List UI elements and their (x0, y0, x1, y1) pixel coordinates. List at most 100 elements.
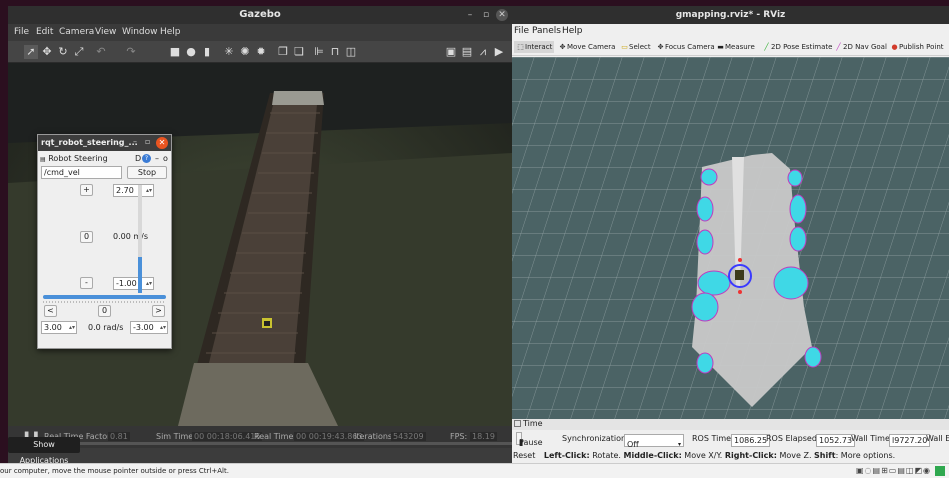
copy-icon[interactable]: ❐ (276, 45, 290, 59)
help-icon[interactable]: ? (142, 154, 151, 163)
linear-min-value: -1.00 (116, 279, 137, 288)
hint-left-click: Left-Click: (543, 451, 590, 460)
show-applications-tooltip: Show Applications (8, 437, 80, 465)
select-icon: ▭ (621, 43, 628, 51)
wall-time-value: l9727.20 (889, 434, 931, 447)
sync-select[interactable]: Off ▾ (624, 434, 684, 449)
nav-goal-icon: ╱ (836, 43, 841, 51)
sphere-shape-icon[interactable]: ● (184, 45, 198, 59)
time-panel-header: Time (512, 419, 949, 430)
translate-mode-icon[interactable]: ✥ (40, 45, 54, 59)
paste-icon[interactable]: ❏ (292, 45, 306, 59)
cylinder-shape-icon[interactable]: ▮ (200, 45, 214, 59)
measure-icon: ▬ (717, 43, 724, 51)
topic-input[interactable]: /cmd_vel (41, 166, 122, 179)
vm-tray-icons[interactable]: ▣◌▤⊞▭▤◫◩◉ (856, 464, 931, 478)
tool-2d-nav-goal[interactable]: ╱ 2D Nav Goal (834, 41, 887, 53)
view-angle-icon[interactable]: ◫ (344, 45, 358, 59)
menu-file[interactable]: File (514, 26, 529, 36)
angular-right-button[interactable]: > (152, 305, 165, 317)
vm-hint-text: our computer, move the mouse pointer out… (0, 467, 229, 475)
rqt-titlebar: rqt_robot_steering_... (38, 135, 171, 151)
tool-move-camera[interactable]: ✥ Move Camera (558, 41, 616, 53)
maximize-icon[interactable]: ▫ (145, 137, 150, 146)
hint-middle-click: Middle-Click: (623, 451, 682, 460)
sim-time-label: Sim Time: (156, 432, 196, 441)
menu-file[interactable]: File (14, 27, 29, 37)
time-panel-title: Time (523, 419, 543, 428)
vm-host-key-icon[interactable] (935, 466, 945, 476)
plot-icon[interactable]: ⩘ (476, 45, 490, 59)
log-icon[interactable]: ▤ (460, 45, 474, 59)
angular-min-spinbox[interactable]: -3.00 ▴▾ (130, 321, 168, 334)
scale-mode-icon[interactable]: ⤢ (72, 45, 86, 59)
plugin-minimize-icon[interactable]: – (155, 152, 159, 165)
desktop-edge (0, 0, 8, 463)
linear-velocity-slider[interactable] (136, 185, 144, 293)
pause-button[interactable]: ▮ Pause (516, 432, 543, 447)
angular-max-spinbox[interactable]: 3.00 ▴▾ (41, 321, 77, 334)
plugin-close-icon[interactable]: o (163, 152, 168, 165)
screenshot-icon[interactable]: ▣ (444, 45, 458, 59)
linear-minus-button[interactable]: - (80, 277, 93, 289)
checkbox-icon[interactable] (514, 420, 521, 427)
close-icon[interactable]: ✕ (156, 137, 168, 149)
spot-light-icon[interactable]: ✺ (238, 45, 252, 59)
menu-help[interactable]: Help (562, 26, 583, 36)
menu-window[interactable]: Window (122, 27, 158, 37)
menu-camera[interactable]: Camera (59, 27, 94, 37)
close-icon[interactable]: ✕ (496, 9, 508, 21)
real-time-factor-value: 0.81 (108, 432, 130, 441)
plugin-dock-label[interactable]: D (135, 152, 141, 165)
menu-view[interactable]: View (95, 27, 116, 37)
focus-camera-icon: ✥ (657, 43, 664, 51)
linear-max-spinbox[interactable]: 2.70 ▴▾ (113, 184, 154, 197)
linear-zero-button[interactable]: 0 (80, 231, 93, 243)
reset-button[interactable]: Reset (513, 451, 535, 460)
window-title: gmapping.rviz* - RViz (675, 10, 786, 20)
robot-marker (735, 270, 744, 280)
menu-panels[interactable]: Panels (532, 26, 561, 36)
redo-icon[interactable]: ↷ (124, 45, 138, 59)
menu-help[interactable]: Help (160, 27, 181, 37)
rotate-mode-icon[interactable]: ↻ (56, 45, 70, 59)
rqt-steering-window: rqt_robot_steering_... – ▫ ✕ ▤ Robot Ste… (37, 134, 172, 349)
minimize-icon[interactable]: – (464, 9, 476, 21)
ros-time-value: 1086.25 (731, 434, 771, 447)
wall-elapsed-label: Wall El (926, 434, 949, 443)
tool-focus-camera[interactable]: ✥ Focus Camera (656, 41, 715, 53)
angular-velocity-label: 0.0 rad/s (88, 323, 124, 332)
gazebo-scrollbar[interactable] (8, 442, 512, 445)
linear-plus-button[interactable]: + (80, 184, 93, 196)
snap-icon[interactable]: ⊓ (328, 45, 342, 59)
rviz-window: gmapping.rviz* - RViz File Panels Help ⬚… (512, 6, 949, 464)
undo-icon[interactable]: ↶ (94, 45, 108, 59)
fps-label: FPS: (450, 432, 468, 441)
ros-time-label: ROS Time: (692, 434, 734, 443)
align-icon[interactable]: ⊫ (312, 45, 326, 59)
angular-zero-button[interactable]: 0 (98, 305, 111, 317)
tool-publish-point[interactable]: ●Publish Point (890, 41, 943, 53)
rqt-title: rqt_robot_steering_... (41, 138, 138, 147)
tool-2d-pose-estimate[interactable]: ╱ 2D Pose Estimate (762, 41, 832, 53)
box-shape-icon[interactable]: ■ (168, 45, 182, 59)
video-icon[interactable]: ▶ (492, 45, 506, 59)
minimize-icon[interactable]: – (133, 137, 137, 146)
time-panel: ▮ Pause Synchronization: Off ▾ ROS Time: … (512, 430, 949, 449)
publish-point-icon: ● (891, 43, 898, 51)
ros-elapsed-label: ROS Elapsed: (766, 434, 820, 443)
angular-left-button[interactable]: < (44, 305, 57, 317)
stop-button[interactable]: Stop (127, 166, 167, 179)
tool-select[interactable]: ▭Select (620, 41, 650, 53)
tool-measure[interactable]: ▬Measure (716, 41, 755, 53)
gazebo-toolbar: ➚ ✥ ↻ ⤢ ↶ ↷ ■ ● ▮ ✳ ✺ ✹ ❐ ❏ ⊫ ⊓ ◫ ▣ ▤ ⩘ … (8, 41, 512, 63)
rviz-3d-viewport[interactable] (512, 57, 949, 419)
select-mode-icon[interactable]: ➚ (24, 45, 38, 59)
menu-edit[interactable]: Edit (36, 27, 53, 37)
angular-velocity-slider[interactable] (43, 293, 166, 303)
linear-min-spinbox[interactable]: -1.00 ▴▾ (113, 277, 154, 290)
point-light-icon[interactable]: ✳ (222, 45, 236, 59)
maximize-icon[interactable]: ▫ (480, 9, 492, 21)
directional-light-icon[interactable]: ✹ (254, 45, 268, 59)
tool-interact[interactable]: ⬚Interact (514, 41, 555, 53)
